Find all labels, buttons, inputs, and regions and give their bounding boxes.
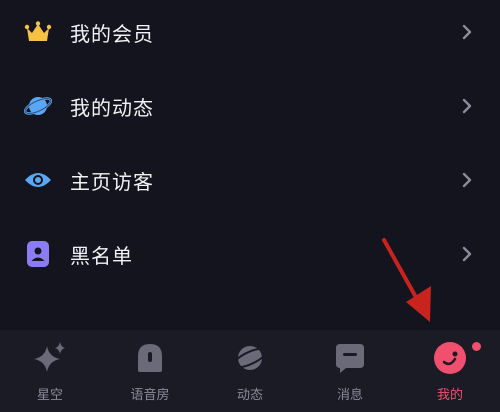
menu-item-my-posts[interactable]: 我的动态 [0, 76, 500, 136]
tab-label: 消息 [336, 388, 363, 403]
tab-label: 星空 [36, 388, 63, 403]
menu-item-visitors[interactable]: 主页访客 [0, 150, 500, 210]
menu-item-label: 主页访客 [70, 169, 154, 194]
menu-item-label: 黑名单 [70, 243, 133, 268]
eye-icon [24, 166, 52, 194]
chevron-right-icon [462, 246, 472, 262]
menu-item-label: 我的会员 [70, 21, 154, 46]
tab-voice-room[interactable]: 语音房 [100, 330, 200, 412]
sparkle-icon [34, 342, 65, 372]
chevron-right-icon [462, 98, 472, 114]
message-icon [336, 344, 364, 373]
menu-item-membership[interactable]: 我的会员 [0, 2, 500, 62]
bottom-tab-bar: 星空 语音房 动态 消息 我的 [0, 330, 500, 412]
menu-item-blacklist[interactable]: 黑名单 [0, 224, 500, 284]
tab-me[interactable]: 我的 [400, 330, 500, 412]
planet-icon [232, 346, 268, 370]
tab-label: 我的 [436, 388, 463, 403]
tab-posts[interactable]: 动态 [200, 330, 300, 412]
menu-item-label: 我的动态 [70, 95, 154, 120]
tab-label: 动态 [236, 388, 263, 403]
voice-room-icon [138, 344, 162, 372]
tab-label: 语音房 [130, 388, 170, 403]
tab-starry-sky[interactable]: 星空 [0, 330, 100, 412]
chevron-right-icon [462, 24, 472, 40]
crown-icon [24, 18, 52, 46]
chevron-right-icon [462, 172, 472, 188]
notification-badge [472, 342, 481, 351]
contact-card-icon [24, 240, 52, 268]
profile-icon [434, 342, 466, 374]
planet-icon [24, 92, 52, 120]
tab-messages[interactable]: 消息 [300, 330, 400, 412]
